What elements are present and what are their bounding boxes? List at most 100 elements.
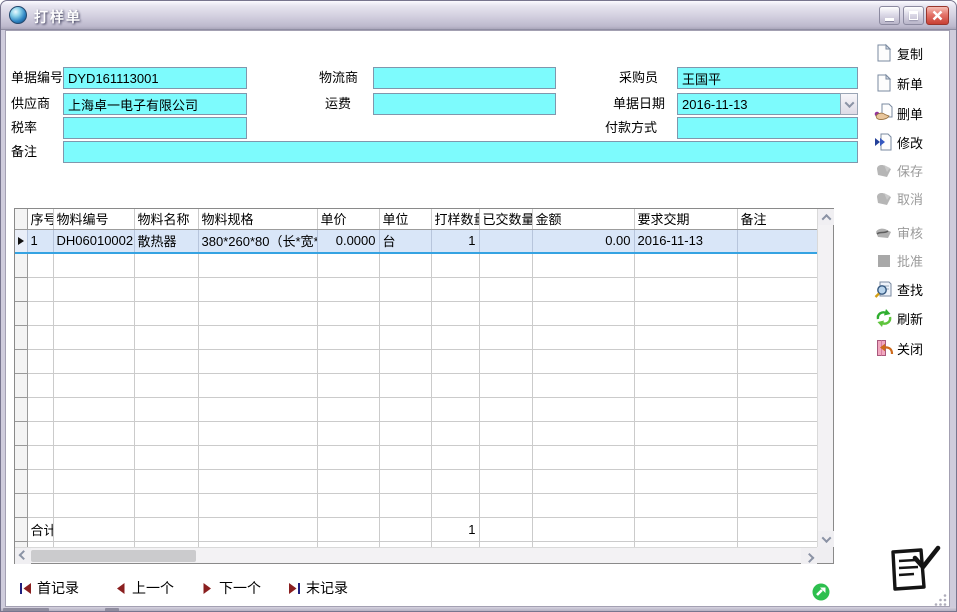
grid-empty-row bbox=[15, 445, 817, 469]
scroll-down-button[interactable] bbox=[818, 531, 834, 547]
scroll-up-button[interactable] bbox=[818, 209, 834, 225]
close-button[interactable] bbox=[926, 6, 949, 25]
approve-icon bbox=[874, 250, 894, 270]
remark-field[interactable] bbox=[63, 141, 858, 163]
cancel-icon bbox=[874, 188, 894, 208]
supplier-field[interactable] bbox=[63, 93, 247, 115]
cell-seq[interactable]: 1 bbox=[27, 229, 53, 253]
toolbar-find-button[interactable]: 查找 bbox=[874, 277, 948, 301]
delete-order-icon bbox=[874, 103, 894, 123]
chevron-up-icon bbox=[821, 213, 831, 223]
grid-empty-row bbox=[15, 349, 817, 373]
new-document-icon bbox=[874, 73, 894, 93]
toolbar-close-button[interactable]: 关闭 bbox=[874, 336, 948, 360]
cell-remark[interactable] bbox=[737, 229, 817, 253]
signed-document-logo-icon bbox=[885, 545, 941, 595]
modify-icon bbox=[874, 132, 894, 152]
nav-last-record-button[interactable]: 末记录 bbox=[288, 578, 348, 598]
purchaser-field[interactable] bbox=[677, 67, 858, 89]
doc-date-field[interactable] bbox=[677, 93, 840, 115]
toolbar-refresh-button[interactable]: 刷新 bbox=[874, 306, 948, 330]
nav-next-button[interactable]: 下一个 bbox=[201, 578, 261, 598]
grid-empty-row bbox=[15, 373, 817, 397]
scroll-left-button[interactable] bbox=[15, 548, 31, 564]
save-icon bbox=[874, 160, 894, 180]
tax-rate-label: 税率 bbox=[11, 117, 37, 139]
col-header-seq: 序号 bbox=[27, 209, 53, 229]
toolbar-copy-button[interactable]: 复制 bbox=[874, 41, 948, 65]
col-header-unit-price: 单价 bbox=[317, 209, 379, 229]
window-bottom-frame bbox=[1, 607, 957, 612]
freight-label: 运费 bbox=[325, 93, 351, 115]
grid-empty-row bbox=[15, 325, 817, 349]
grid-vertical-scrollbar[interactable] bbox=[817, 209, 833, 547]
background-strip-blob bbox=[105, 608, 119, 612]
doc-no-field[interactable] bbox=[63, 67, 247, 89]
grid-corner-cell bbox=[15, 209, 27, 229]
doc-date-dropdown-button[interactable] bbox=[840, 93, 858, 115]
first-record-icon bbox=[19, 582, 32, 595]
last-record-icon bbox=[288, 582, 301, 595]
cell-unit[interactable]: 台 bbox=[379, 229, 431, 253]
toolbar-approve-button: 批准 bbox=[874, 248, 948, 272]
current-row-marker-icon bbox=[18, 237, 24, 245]
col-header-unit: 单位 bbox=[379, 209, 431, 229]
row-indicator-cell bbox=[15, 229, 27, 253]
doc-no-label: 单据编号 bbox=[11, 67, 63, 89]
grid-empty-row bbox=[15, 397, 817, 421]
cell-sample-qty[interactable]: 1 bbox=[431, 229, 479, 253]
minimize-button[interactable] bbox=[879, 6, 900, 25]
titlebar[interactable]: 打样单 bbox=[1, 1, 957, 30]
maximize-icon bbox=[909, 11, 918, 20]
toolbar-audit-button: 审核 bbox=[874, 220, 948, 244]
toolbar-new-button[interactable]: 新单 bbox=[874, 71, 948, 95]
cell-due-date[interactable]: 2016-11-13 bbox=[634, 229, 737, 253]
col-header-remark: 备注 bbox=[737, 209, 817, 229]
grid-empty-row bbox=[15, 421, 817, 445]
toolbar-delete-button[interactable]: 删单 bbox=[874, 101, 948, 125]
resize-grip[interactable] bbox=[934, 593, 948, 606]
total-sample-qty: 1 bbox=[431, 517, 479, 541]
refresh-icon bbox=[874, 308, 894, 328]
logistics-field[interactable] bbox=[373, 67, 556, 89]
payment-label: 付款方式 bbox=[605, 117, 657, 139]
cell-item-name[interactable]: 散热器 bbox=[134, 229, 198, 253]
col-header-amount: 金额 bbox=[532, 209, 634, 229]
toolbar-modify-button[interactable]: 修改 bbox=[874, 130, 948, 154]
cell-amount[interactable]: 0.00 bbox=[532, 229, 634, 253]
grid-empty-row bbox=[15, 253, 817, 277]
total-label: 合计 bbox=[27, 517, 53, 541]
grid-header-row: 序号 物料编号 物料名称 物料规格 单价 单位 打样数量 已交数量 金额 要求交… bbox=[15, 209, 817, 229]
payment-field[interactable] bbox=[677, 117, 858, 139]
nav-previous-button[interactable]: 上一个 bbox=[114, 578, 174, 598]
cell-item-spec[interactable]: 380*260*80（长*宽*高 bbox=[198, 229, 317, 253]
grid-body: 1 DH06010002 散热器 380*260*80（长*宽*高 0.0000… bbox=[15, 229, 817, 547]
cell-delivered[interactable] bbox=[479, 229, 532, 253]
doc-date-combo[interactable] bbox=[677, 93, 858, 115]
supplier-label: 供应商 bbox=[11, 93, 50, 115]
grid-horizontal-scrollbar[interactable] bbox=[15, 547, 817, 563]
app-window: 打样单 单据编号 供应商 税率 备注 物流商 运费 采购员 单据日期 付款方式 … bbox=[0, 0, 957, 612]
scroll-right-button[interactable] bbox=[801, 548, 817, 564]
status-green-icon bbox=[812, 583, 830, 601]
chevron-left-icon bbox=[18, 550, 28, 560]
close-door-icon bbox=[874, 338, 894, 358]
remark-label: 备注 bbox=[11, 141, 37, 163]
tax-rate-field[interactable] bbox=[63, 117, 247, 139]
col-header-sample-qty: 打样数量 bbox=[431, 209, 479, 229]
doc-date-label: 单据日期 bbox=[613, 93, 665, 115]
chevron-right-icon bbox=[804, 552, 814, 562]
minimize-icon bbox=[885, 18, 894, 21]
maximize-button[interactable] bbox=[903, 6, 924, 25]
copy-document-icon bbox=[874, 43, 894, 63]
cell-item-code[interactable]: DH06010002 bbox=[53, 229, 134, 253]
grid-data-row-selected[interactable]: 1 DH06010002 散热器 380*260*80（长*宽*高 0.0000… bbox=[15, 229, 817, 253]
cell-unit-price[interactable]: 0.0000 bbox=[317, 229, 379, 253]
col-header-item-name: 物料名称 bbox=[134, 209, 198, 229]
col-header-item-spec: 物料规格 bbox=[198, 209, 317, 229]
scrollbar-corner bbox=[817, 547, 833, 563]
nav-first-record-button[interactable]: 首记录 bbox=[19, 578, 79, 598]
freight-field[interactable] bbox=[373, 93, 556, 115]
horizontal-scroll-thumb[interactable] bbox=[31, 550, 196, 562]
grid-empty-row bbox=[15, 277, 817, 301]
